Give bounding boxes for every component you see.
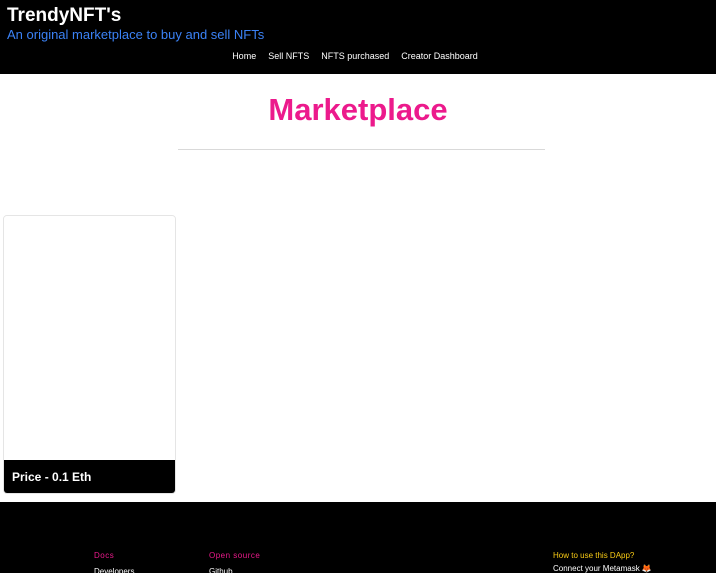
footer-github-link[interactable]: Github: [209, 567, 260, 576]
nft-price: Price - 0.1 Eth: [12, 469, 92, 484]
title-divider: [178, 149, 545, 150]
nav-home-link[interactable]: Home: [232, 51, 256, 61]
site-footer: Docs Developers Open source Github How t…: [0, 502, 716, 576]
page-title: Marketplace: [268, 92, 448, 127]
nft-card-footer: Price - 0.1 Eth: [4, 460, 175, 493]
brand-tagline: An original marketplace to buy and sell …: [7, 27, 265, 42]
main-nav: Home Sell NFTS NFTS purchased Creator Da…: [0, 51, 716, 61]
footer-metamask-link[interactable]: Connect your Metamask 🦊: [553, 564, 652, 573]
footer-developers-link[interactable]: Developers: [94, 567, 134, 576]
footer-help-column: How to use this DApp? Connect your Metam…: [553, 551, 652, 573]
nft-image[interactable]: [4, 216, 175, 462]
nav-creator-dashboard-link[interactable]: Creator Dashboard: [401, 51, 478, 61]
site-header: TrendyNFT's An original marketplace to b…: [0, 0, 716, 74]
footer-opensource-column: Open source Github: [209, 551, 260, 576]
brand-title[interactable]: TrendyNFT's: [7, 5, 121, 27]
nft-card[interactable]: Price - 0.1 Eth: [3, 215, 176, 494]
nav-nfts-purchased-link[interactable]: NFTS purchased: [321, 51, 389, 61]
footer-docs-column: Docs Developers: [94, 551, 134, 576]
nav-sell-nfts-link[interactable]: Sell NFTS: [268, 51, 309, 61]
footer-opensource-heading: Open source: [209, 551, 261, 560]
footer-help-heading: How to use this DApp?: [553, 551, 635, 560]
footer-docs-heading: Docs: [94, 551, 115, 560]
